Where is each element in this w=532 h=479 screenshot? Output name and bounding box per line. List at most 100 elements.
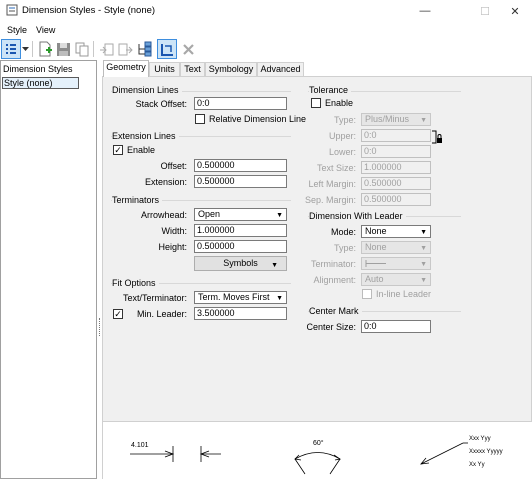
chevron-down-icon: ▼	[420, 261, 427, 268]
list-view-button[interactable]	[1, 39, 21, 59]
match-dimension-button[interactable]	[157, 39, 177, 59]
left-margin-field[interactable]: 0.500000	[361, 177, 431, 190]
dimension-preview: 4.101 60° Xxx Yyy Xxxxx Yyyyy Xx Yy	[102, 422, 532, 479]
maximize-button[interactable]: ☐	[470, 0, 500, 22]
min-leader-checkbox[interactable]: ✓	[113, 309, 123, 319]
height-field[interactable]: 0.500000	[194, 240, 287, 253]
center-size-field[interactable]: 0:0	[361, 320, 431, 333]
mode-dropdown[interactable]: None ▼	[361, 225, 431, 238]
view-options-dropdown[interactable]	[20, 39, 30, 59]
chevron-down-icon: ▼	[420, 277, 427, 284]
chevron-down-icon: ▼	[271, 262, 278, 269]
height-label: Height:	[158, 242, 187, 252]
extension-enable-checkbox[interactable]: ✓	[113, 145, 123, 155]
minimize-icon: —	[419, 5, 431, 17]
chevron-down-icon: ▼	[276, 212, 283, 219]
export-button[interactable]	[115, 39, 135, 59]
symbols-button-label: Symbols	[223, 258, 258, 268]
width-label: Width:	[161, 226, 187, 236]
offset-label: Offset:	[160, 161, 187, 171]
terminator-label: Terminator:	[310, 259, 356, 269]
stack-offset-label: Stack Offset:	[135, 99, 187, 109]
tolerance-enable-checkbox[interactable]	[311, 98, 321, 108]
alignment-label: Alignment:	[313, 275, 356, 285]
menu-style[interactable]: Style	[7, 25, 27, 35]
match-icon	[160, 43, 173, 56]
maximize-icon: ☐	[480, 5, 490, 18]
toolbar	[0, 38, 532, 60]
tab-units[interactable]: Units	[149, 62, 180, 77]
alignment-dropdown[interactable]: Auto ▼	[361, 273, 431, 286]
tab-strip: Geometry Units Text Symbology Advanced	[102, 60, 532, 77]
leader-note-line-1: Xxx Yyy	[469, 436, 491, 442]
lower-label: Lower:	[328, 147, 356, 157]
title-bar: Dimension Styles - Style (none) — ☐ ✕	[0, 0, 532, 22]
terminator-dropdown[interactable]: ▼	[361, 257, 431, 270]
minimize-button[interactable]: —	[410, 0, 440, 22]
chevron-down-icon: ▼	[276, 295, 283, 302]
upper-field[interactable]: 0:0	[361, 129, 431, 142]
min-leader-label: Min. Leader:	[136, 309, 187, 319]
relative-dimension-line-checkbox[interactable]	[195, 114, 205, 124]
new-style-icon	[39, 41, 52, 57]
min-leader-field[interactable]: 3.500000	[194, 307, 287, 320]
stack-offset-field[interactable]: 0:0	[194, 97, 287, 110]
close-button[interactable]: ✕	[500, 0, 530, 22]
left-margin-label: Left Margin:	[308, 179, 356, 189]
extension-enable-label: Enable	[127, 145, 156, 155]
extension-lines-group-title: Extension Lines	[112, 131, 179, 141]
text-size-field[interactable]: 1.000000	[361, 161, 431, 174]
arrowhead-label: Arrowhead:	[140, 210, 187, 220]
linear-dimension-text: 4.101	[131, 442, 149, 449]
relative-dimension-line-label: Relative Dimension Line	[209, 114, 307, 124]
mode-label: Mode:	[330, 227, 356, 237]
menu-view[interactable]: View	[36, 25, 55, 35]
tab-geometry[interactable]: Geometry	[103, 60, 149, 77]
hierarchy-icon	[138, 41, 152, 57]
save-button[interactable]	[53, 39, 73, 59]
terminators-group-title: Terminators	[112, 195, 163, 205]
leader-type-dropdown[interactable]: None ▼	[361, 241, 431, 254]
sep-margin-field[interactable]: 0.500000	[361, 193, 431, 206]
delete-icon	[182, 43, 194, 55]
lower-field[interactable]: 0:0	[361, 145, 431, 158]
text-terminator-dropdown[interactable]: Term. Moves First ▼	[194, 291, 287, 304]
save-icon	[56, 42, 70, 56]
text-size-label: Text Size:	[316, 163, 356, 173]
import-button[interactable]	[96, 39, 116, 59]
extension-field[interactable]: 0.500000	[194, 175, 287, 188]
width-field[interactable]: 1.000000	[194, 224, 287, 237]
leader-note-line-3: Xx Yy	[469, 462, 485, 468]
sep-margin-label: Sep. Margin:	[304, 195, 356, 205]
delete-button[interactable]	[178, 39, 198, 59]
tolerance-type-label: Type:	[333, 115, 356, 125]
tolerance-type-value: Plus/Minus	[365, 114, 410, 124]
style-list-item[interactable]: Style (none)	[2, 77, 79, 89]
tab-text[interactable]: Text	[180, 62, 205, 77]
offset-field[interactable]: 0.500000	[194, 159, 287, 172]
geometry-tab-content: Dimension Lines Stack Offset: 0:0 Relati…	[102, 76, 532, 422]
close-icon: ✕	[510, 5, 520, 18]
upper-label: Upper:	[328, 131, 356, 141]
dimension-styles-app-icon	[6, 4, 18, 16]
terminator-line-icon	[365, 260, 386, 268]
chevron-down-icon: ▼	[420, 245, 427, 252]
chevron-down-icon: ▼	[420, 117, 427, 124]
alignment-value: Auto	[365, 274, 384, 284]
dimension-with-leader-group-title: Dimension With Leader	[309, 211, 406, 221]
tolerance-enable-label: Enable	[325, 98, 354, 108]
tab-symbology[interactable]: Symbology	[205, 62, 257, 77]
hierarchy-button[interactable]	[135, 39, 155, 59]
new-style-button[interactable]	[35, 39, 55, 59]
copy-button[interactable]	[72, 39, 92, 59]
copy-icon	[75, 42, 88, 56]
symbols-button[interactable]: Symbols ▼	[194, 256, 287, 271]
tolerance-group-title: Tolerance	[309, 85, 352, 95]
chevron-down-icon: ▼	[420, 229, 427, 236]
center-mark-group-title: Center Mark	[309, 306, 362, 316]
arrowhead-dropdown[interactable]: Open ▼	[194, 208, 287, 221]
inline-leader-checkbox[interactable]	[362, 289, 372, 299]
angular-dimension-text: 60°	[313, 440, 324, 447]
tab-advanced[interactable]: Advanced	[257, 62, 304, 77]
tolerance-type-dropdown[interactable]: Plus/Minus ▼	[361, 113, 431, 126]
